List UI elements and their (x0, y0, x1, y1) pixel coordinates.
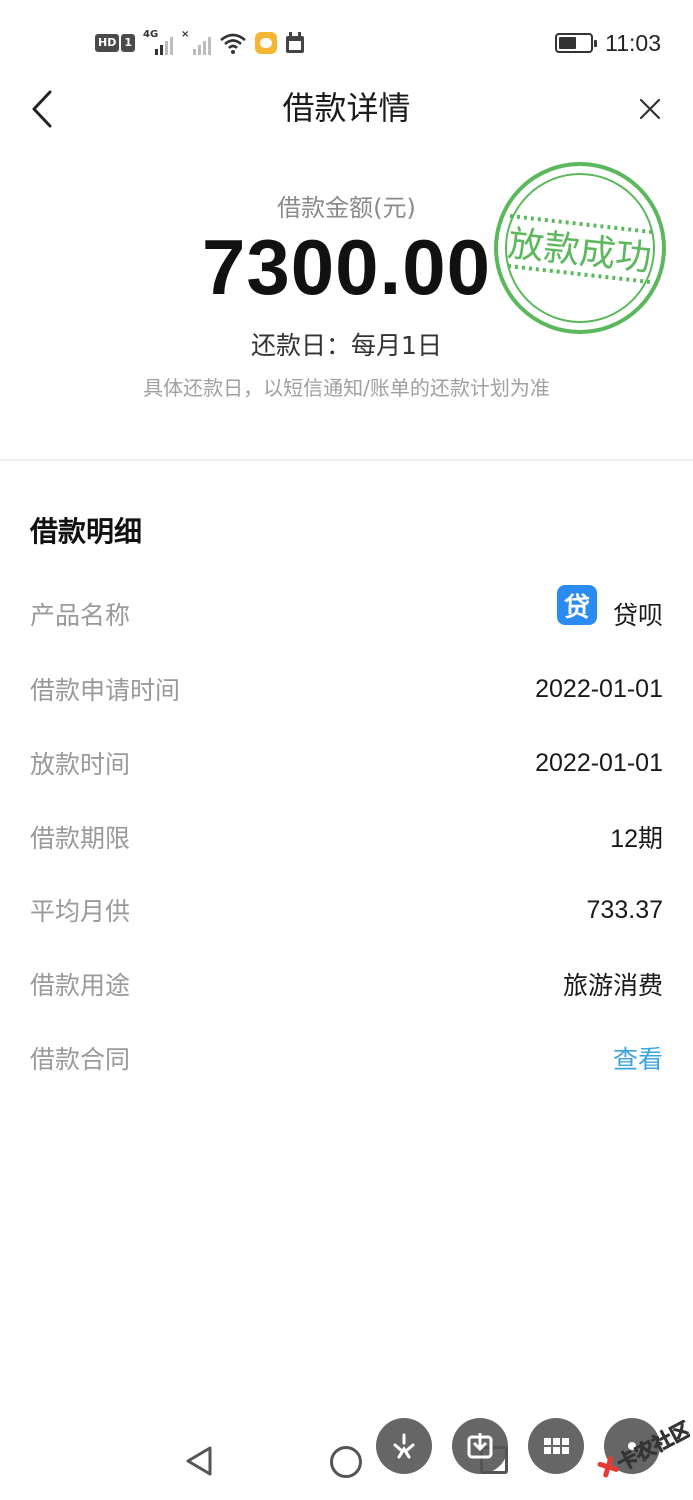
svg-text:卡农社区: 卡农社区 (613, 1420, 690, 1475)
section-divider (0, 459, 693, 461)
detail-label: 借款合同 (30, 1045, 131, 1074)
detail-value: 12期 (610, 825, 663, 853)
detail-row-product: 产品名称 贷 贷呗 (30, 585, 663, 634)
detail-row-term: 借款期限 12期 (30, 817, 663, 857)
close-icon[interactable] (635, 94, 665, 124)
detail-value: 2022-01-01 (535, 748, 663, 777)
disbursed-stamp: 放款成功 (494, 162, 666, 334)
detail-label: 借款期限 (30, 824, 131, 853)
repay-note: 具体还款日，以短信通知/账单的还款计划为准 (143, 376, 550, 400)
detail-value: 旅游消费 (562, 972, 663, 1000)
calendar-icon (286, 32, 304, 53)
detail-label: 产品名称 (30, 601, 131, 630)
download-icon[interactable] (452, 1418, 508, 1474)
detail-row-contract: 借款合同 查看 (30, 1038, 663, 1078)
watermark-logo: 卡农社区 (597, 1420, 690, 1478)
detail-row-purpose: 借款用途 旅游消费 (30, 964, 663, 1004)
stamp-text: 放款成功 (506, 224, 654, 280)
system-back-icon[interactable] (182, 1444, 216, 1478)
detail-row-disburse-time: 放款时间 2022-01-01 (30, 743, 663, 783)
sim-label: 1 (121, 34, 135, 52)
share-icon[interactable] (376, 1418, 432, 1474)
detail-label: 借款申请时间 (30, 676, 181, 705)
status-icons-right: 11:03 (555, 30, 661, 56)
detail-value: 2022-01-01 (535, 674, 663, 703)
signal-icon: 4G (143, 29, 173, 55)
page-title: 借款详情 (282, 89, 411, 127)
battery-icon (555, 33, 598, 53)
detail-row-apply-time: 借款申请时间 2022-01-01 (30, 669, 663, 709)
system-home-icon[interactable] (330, 1446, 362, 1478)
product-logo-icon: 贷 (556, 585, 597, 625)
grid-icon[interactable] (528, 1418, 584, 1474)
signal-no-service-icon: × (181, 29, 211, 55)
hd-label: HD (95, 34, 120, 52)
detail-row-monthly-payment: 平均月供 733.37 (30, 890, 663, 930)
detail-value: 733.37 (586, 895, 663, 924)
detail-label: 借款用途 (30, 971, 131, 1000)
wifi-icon (220, 33, 246, 54)
hd-indicator: HD 1 (95, 34, 135, 52)
clock: 11:03 (605, 29, 661, 56)
nav-bar: 借款详情 (0, 86, 693, 132)
detail-label: 放款时间 (30, 750, 131, 779)
loan-summary: 借款金额(元) 7300.00 还款日：每月1日 具体还款日，以短信通知/账单的… (0, 150, 693, 460)
status-bar: HD 1 4G × 11:03 (0, 0, 693, 86)
detail-label: 平均月供 (30, 897, 131, 926)
section-title: 借款明细 (30, 515, 143, 548)
notification-app-icon (255, 32, 277, 54)
product-name: 贷呗 (612, 602, 663, 630)
status-icons-left: HD 1 4G × (95, 29, 305, 56)
view-contract-link[interactable]: 查看 (613, 1040, 663, 1076)
detail-value: 贷 贷呗 (556, 585, 663, 632)
